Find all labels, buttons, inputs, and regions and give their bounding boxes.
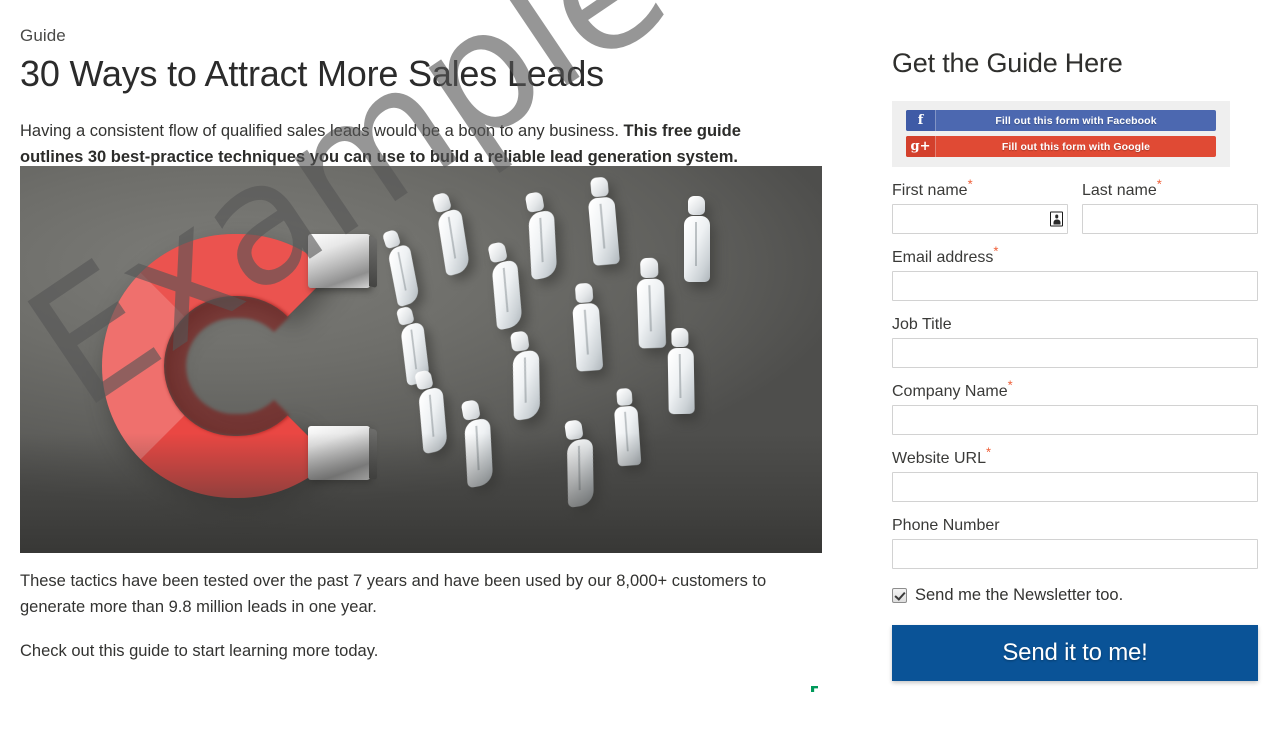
name-row: First name* Last name*	[892, 178, 1258, 235]
company-name-input[interactable]	[892, 405, 1258, 436]
google-prefill-button[interactable]: g+ Fill out this form with Google	[906, 136, 1216, 158]
first-name-label-text: First name	[892, 182, 968, 200]
social-signin-box: f Fill out this form with Facebook g+ Fi…	[892, 101, 1230, 168]
intro-plain-text: Having a consistent flow of qualified sa…	[20, 122, 624, 141]
newsletter-checkbox[interactable]	[892, 588, 907, 604]
hero-floor-shadow	[20, 433, 822, 553]
google-prefill-label: Fill out this form with Google	[1001, 140, 1151, 153]
content-column: Guide 30 Ways to Attract More Sales Lead…	[20, 0, 822, 187]
email-input[interactable]	[892, 271, 1258, 302]
phone-number-label: Phone Number	[892, 517, 1000, 535]
phone-number-field-group: Phone Number	[892, 517, 1258, 570]
newsletter-label: Send me the Newsletter too.	[915, 586, 1124, 605]
first-name-field-group: First name*	[892, 178, 1068, 235]
submit-button[interactable]: Send it to me!	[892, 625, 1258, 682]
website-url-label: Website URL*	[892, 446, 1258, 468]
facebook-icon: f	[906, 110, 936, 132]
last-name-input[interactable]	[1082, 204, 1258, 235]
magnet-inner-shadow	[164, 296, 310, 436]
required-marker: *	[1156, 177, 1162, 193]
body-paragraph-2: Check out this guide to start learning m…	[20, 642, 379, 661]
website-url-label-text: Website URL	[892, 450, 986, 468]
figure	[483, 240, 526, 331]
job-title-field-group: Job Title	[892, 316, 1258, 369]
job-title-label: Job Title	[892, 316, 952, 334]
email-field-group: Email address*	[892, 245, 1258, 302]
website-url-input[interactable]	[892, 472, 1258, 503]
figure	[684, 196, 710, 282]
landing-page-preview: Guide 30 Ways to Attract More Sales Lead…	[0, 0, 1264, 747]
body-paragraph-1: These tactics have been tested over the …	[20, 572, 767, 617]
required-marker: *	[967, 177, 973, 193]
body-copy: These tactics have been tested over the …	[20, 568, 820, 664]
figure	[667, 327, 695, 415]
company-name-field-group: Company Name*	[892, 379, 1258, 436]
first-name-input[interactable]	[892, 204, 1068, 235]
figure	[571, 282, 604, 372]
first-name-input-wrap	[892, 204, 1068, 235]
last-name-field-group: Last name*	[1082, 178, 1258, 235]
required-marker: *	[1007, 378, 1013, 394]
job-title-input[interactable]	[892, 338, 1258, 369]
lead-capture-form: Get the Guide Here f Fill out this form …	[892, 0, 1258, 682]
content-type-label: Guide	[20, 26, 66, 45]
page-title: 30 Ways to Attract More Sales Leads	[20, 53, 604, 94]
hero-image	[20, 166, 822, 553]
figure	[521, 190, 562, 281]
contact-autofill-icon[interactable]	[1050, 211, 1063, 227]
facebook-prefill-button[interactable]: f Fill out this form with Facebook	[906, 110, 1216, 132]
figure	[636, 257, 667, 349]
form-title: Get the Guide Here	[892, 48, 1123, 78]
company-name-label: Company Name*	[892, 379, 1258, 401]
newsletter-optin-row[interactable]: Send me the Newsletter too.	[892, 586, 1258, 605]
required-marker: *	[993, 244, 999, 260]
facebook-prefill-label: Fill out this form with Facebook	[995, 114, 1157, 127]
email-label: Email address*	[892, 245, 1258, 267]
figure	[586, 176, 621, 266]
figure	[428, 190, 474, 277]
email-label-text: Email address	[892, 249, 994, 267]
website-url-field-group: Website URL*	[892, 446, 1258, 503]
intro-paragraph: Having a consistent flow of qualified sa…	[20, 118, 780, 170]
first-name-label: First name*	[892, 178, 1068, 200]
last-name-label: Last name*	[1082, 178, 1258, 200]
required-marker: *	[985, 445, 992, 461]
company-name-label-text: Company Name	[892, 383, 1008, 401]
figure	[506, 330, 544, 421]
google-plus-icon: g+	[906, 136, 936, 158]
green-corner-artifact	[811, 686, 818, 692]
magnet-pole-top	[308, 234, 370, 288]
phone-number-input[interactable]	[892, 539, 1258, 570]
last-name-label-text: Last name	[1082, 182, 1157, 200]
